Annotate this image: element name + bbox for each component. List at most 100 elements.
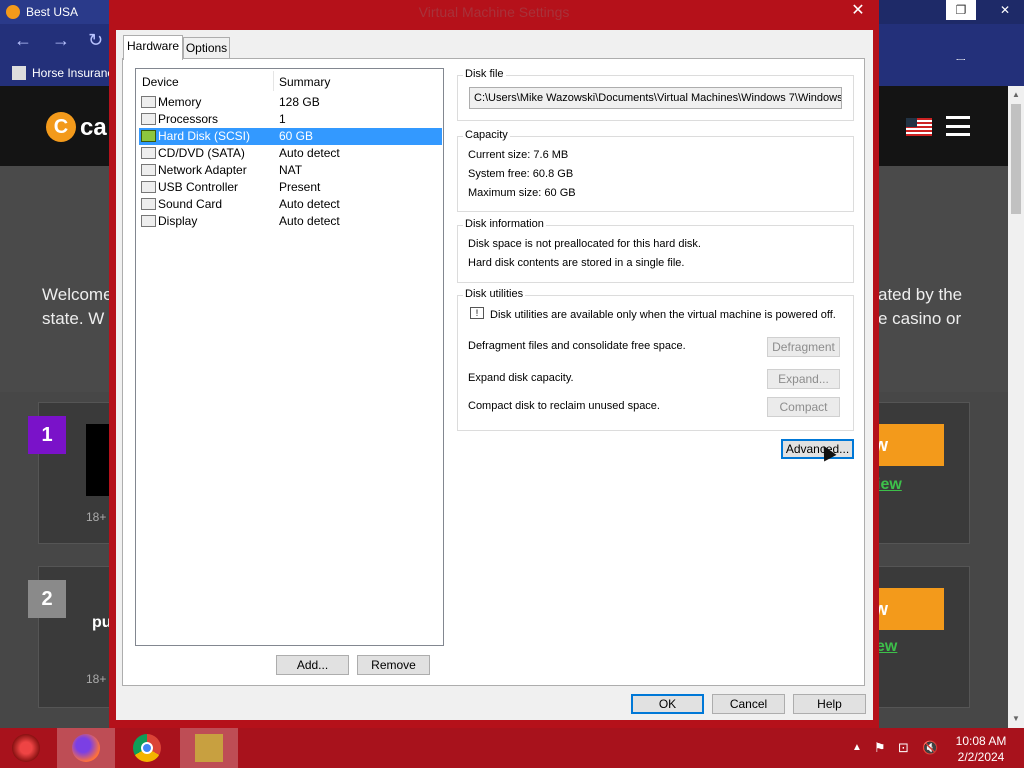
device-name: USB Controller (158, 180, 239, 194)
forward-icon[interactable]: → (52, 30, 70, 51)
device-row[interactable]: Processors 1 (139, 111, 442, 128)
browser-tab-title: Best USA (26, 5, 79, 19)
device-summary: 128 GB (279, 95, 320, 109)
review-link-1[interactable]: iew (876, 476, 902, 494)
play-button-1[interactable]: w (872, 424, 944, 466)
add-device-button[interactable]: Add... (276, 655, 349, 675)
device-row[interactable]: USB Controller Present (139, 179, 442, 196)
firefox-icon (72, 734, 100, 762)
defragment-text: Defragment files and consolidate free sp… (468, 340, 686, 352)
rank-badge: 2 (28, 580, 66, 618)
device-summary: 60 GB (279, 129, 314, 143)
device-summary: Auto detect (279, 214, 340, 228)
compact-button[interactable]: Compact (767, 397, 840, 417)
network-icon[interactable]: ⊡ (898, 740, 909, 756)
expand-text: Expand disk capacity. (468, 372, 574, 384)
usb-icon (141, 181, 156, 193)
review-link-2[interactable]: ew (876, 638, 897, 656)
device-summary: 1 (279, 112, 286, 126)
device-name: Sound Card (158, 197, 223, 211)
device-name: Memory (158, 95, 202, 109)
disk-info-line-1: Disk space is not preallocated for this … (468, 238, 701, 250)
device-name: CD/DVD (SATA) (158, 146, 245, 160)
cancel-button[interactable]: Cancel (712, 694, 785, 714)
scroll-down-icon[interactable]: ▼ (1012, 714, 1020, 723)
column-divider (273, 71, 274, 91)
device-row[interactable]: CD/DVD (SATA) Auto detect (139, 145, 442, 162)
device-list[interactable]: Device Summary Memory 128 GB Processors 1 Ha… (135, 68, 444, 646)
play-button-2[interactable]: w (872, 588, 944, 630)
scroll-up-icon[interactable]: ▲ (1012, 90, 1020, 99)
bookmark-icon (12, 66, 26, 80)
site-favicon-icon (6, 5, 20, 19)
browser-tab[interactable]: Best USA (0, 0, 120, 24)
device-row[interactable]: Hard Disk (SCSI) 60 GB (139, 128, 442, 145)
device-row[interactable]: Display Auto detect (139, 213, 442, 230)
utilities-notice: Disk utilities are available only when t… (490, 309, 836, 321)
device-row[interactable]: Sound Card Auto detect (139, 196, 442, 213)
disk-file-title: Disk file (463, 68, 506, 80)
device-summary: Present (279, 180, 321, 194)
device-row[interactable]: Network Adapter NAT (139, 162, 442, 179)
dialog-body: Hardware Options Device Summary Memory 12… (116, 30, 873, 720)
ok-button[interactable]: OK (631, 694, 704, 714)
page-scrollbar[interactable]: ▲ ▼ (1008, 86, 1024, 728)
dialog-close-button[interactable]: ✕ (842, 0, 874, 22)
site-logo-icon[interactable]: C (46, 112, 76, 142)
capacity-group: Capacity Current size: 7.6 MB System fre… (457, 129, 854, 212)
processor-icon (141, 113, 156, 125)
start-button[interactable] (0, 728, 52, 768)
us-flag-icon[interactable] (906, 118, 932, 136)
column-header-device[interactable]: Device (142, 75, 179, 89)
casino-logo-1[interactable] (86, 424, 110, 496)
vmware-icon (195, 734, 223, 762)
cd-dvd-icon (141, 147, 156, 159)
device-row[interactable]: Memory 128 GB (139, 94, 442, 111)
tab-hardware[interactable]: Hardware (123, 35, 183, 60)
clock[interactable]: 10:08 AM 2/2/2024 (948, 733, 1014, 765)
info-icon: ! (470, 307, 484, 319)
taskbar-chrome[interactable] (118, 728, 176, 768)
monitor-icon (141, 215, 156, 227)
disk-utilities-group: Disk utilities ! Disk utilities are avai… (457, 288, 854, 431)
bookmark-item[interactable]: Horse Insuranc (32, 66, 113, 80)
tray-expand-icon[interactable]: ▲ (852, 742, 862, 753)
device-summary: Auto detect (279, 197, 340, 211)
taskbar-firefox[interactable] (57, 728, 115, 768)
clock-time: 10:08 AM (955, 734, 1007, 748)
browser-restore-button[interactable]: ❐ (946, 0, 976, 20)
current-size: Current size: 7.6 MB (468, 149, 569, 161)
expand-button[interactable]: Expand... (767, 369, 840, 389)
hardware-tab-page: Device Summary Memory 128 GB Processors 1 Ha… (122, 58, 865, 686)
site-logo-text[interactable]: ca (80, 114, 107, 142)
defragment-button[interactable]: Defragment (767, 337, 840, 357)
taskbar-vmware[interactable] (180, 728, 238, 768)
device-name: Network Adapter (158, 163, 247, 177)
device-summary: Auto detect (279, 146, 340, 160)
hero-text-left: Welcome state. W (42, 285, 113, 328)
volume-muted-icon[interactable]: 🔇 (922, 740, 938, 756)
rank-badge: 1 (28, 416, 66, 454)
system-free: System free: 60.8 GB (468, 168, 574, 180)
device-summary: NAT (279, 163, 303, 177)
help-button[interactable]: Help (793, 694, 866, 714)
remove-device-button[interactable]: Remove (357, 655, 430, 675)
flag-icon[interactable]: ⚑ (874, 740, 886, 756)
disk-info-line-2: Hard disk contents are stored in a singl… (468, 257, 685, 269)
taskbar: ▲ ⚑ ⊡ 🔇 10:08 AM 2/2/2024 (0, 728, 1024, 768)
memory-icon (141, 96, 156, 108)
compact-text: Compact disk to reclaim unused space. (468, 400, 660, 412)
column-header-summary[interactable]: Summary (279, 75, 330, 89)
dialog-title: Virtual Machine Settings (418, 4, 570, 20)
clock-date: 2/2/2024 (957, 750, 1005, 764)
back-icon[interactable]: ← (14, 30, 32, 51)
scroll-thumb[interactable] (1011, 104, 1021, 214)
tab-options[interactable]: Options (183, 37, 230, 59)
site-menu-icon[interactable] (946, 116, 970, 136)
maximum-size: Maximum size: 60 GB (468, 187, 576, 199)
disk-information-group: Disk information Disk space is not preal… (457, 218, 854, 283)
speaker-icon (141, 198, 156, 210)
reload-icon[interactable]: ↻ (88, 30, 103, 51)
browser-close-button[interactable]: ✕ (990, 0, 1020, 20)
disk-file-path[interactable]: C:\Users\Mike Wazowski\Documents\Virtual… (469, 87, 842, 109)
